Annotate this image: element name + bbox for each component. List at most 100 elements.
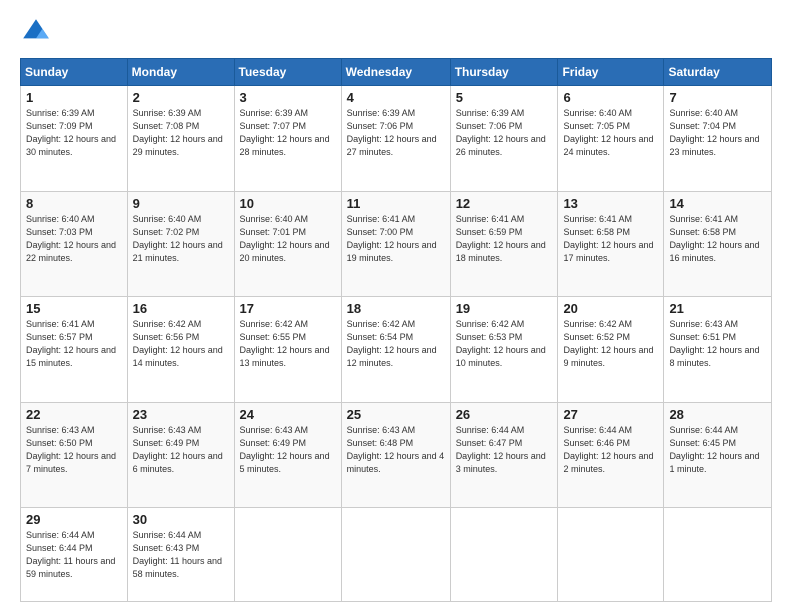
calendar-cell bbox=[558, 508, 664, 602]
day-number: 23 bbox=[133, 407, 229, 422]
calendar-cell: 28 Sunrise: 6:44 AM Sunset: 6:45 PM Dayl… bbox=[664, 402, 772, 508]
day-info: Sunrise: 6:42 AM Sunset: 6:55 PM Dayligh… bbox=[240, 318, 336, 370]
calendar-day-header: Sunday bbox=[21, 59, 128, 86]
day-info: Sunrise: 6:41 AM Sunset: 6:58 PM Dayligh… bbox=[669, 213, 766, 265]
day-number: 22 bbox=[26, 407, 122, 422]
logo bbox=[20, 16, 58, 48]
day-info: Sunrise: 6:40 AM Sunset: 7:02 PM Dayligh… bbox=[133, 213, 229, 265]
calendar-cell: 14 Sunrise: 6:41 AM Sunset: 6:58 PM Dayl… bbox=[664, 191, 772, 297]
calendar-header-row: SundayMondayTuesdayWednesdayThursdayFrid… bbox=[21, 59, 772, 86]
calendar-cell bbox=[341, 508, 450, 602]
day-info: Sunrise: 6:43 AM Sunset: 6:49 PM Dayligh… bbox=[133, 424, 229, 476]
calendar-cell: 27 Sunrise: 6:44 AM Sunset: 6:46 PM Dayl… bbox=[558, 402, 664, 508]
day-info: Sunrise: 6:41 AM Sunset: 6:59 PM Dayligh… bbox=[456, 213, 553, 265]
day-info: Sunrise: 6:43 AM Sunset: 6:51 PM Dayligh… bbox=[669, 318, 766, 370]
calendar-cell bbox=[450, 508, 558, 602]
calendar-cell: 8 Sunrise: 6:40 AM Sunset: 7:03 PM Dayli… bbox=[21, 191, 128, 297]
day-info: Sunrise: 6:39 AM Sunset: 7:07 PM Dayligh… bbox=[240, 107, 336, 159]
day-number: 9 bbox=[133, 196, 229, 211]
day-number: 5 bbox=[456, 90, 553, 105]
day-info: Sunrise: 6:40 AM Sunset: 7:05 PM Dayligh… bbox=[563, 107, 658, 159]
page: SundayMondayTuesdayWednesdayThursdayFrid… bbox=[0, 0, 792, 612]
day-number: 10 bbox=[240, 196, 336, 211]
day-number: 14 bbox=[669, 196, 766, 211]
day-info: Sunrise: 6:39 AM Sunset: 7:09 PM Dayligh… bbox=[26, 107, 122, 159]
day-number: 20 bbox=[563, 301, 658, 316]
day-number: 3 bbox=[240, 90, 336, 105]
day-info: Sunrise: 6:44 AM Sunset: 6:45 PM Dayligh… bbox=[669, 424, 766, 476]
calendar-cell: 6 Sunrise: 6:40 AM Sunset: 7:05 PM Dayli… bbox=[558, 86, 664, 192]
day-number: 6 bbox=[563, 90, 658, 105]
calendar-cell: 13 Sunrise: 6:41 AM Sunset: 6:58 PM Dayl… bbox=[558, 191, 664, 297]
day-number: 27 bbox=[563, 407, 658, 422]
day-info: Sunrise: 6:39 AM Sunset: 7:06 PM Dayligh… bbox=[456, 107, 553, 159]
calendar-cell: 20 Sunrise: 6:42 AM Sunset: 6:52 PM Dayl… bbox=[558, 297, 664, 403]
calendar-cell: 23 Sunrise: 6:43 AM Sunset: 6:49 PM Dayl… bbox=[127, 402, 234, 508]
day-info: Sunrise: 6:42 AM Sunset: 6:54 PM Dayligh… bbox=[347, 318, 445, 370]
day-number: 8 bbox=[26, 196, 122, 211]
day-number: 25 bbox=[347, 407, 445, 422]
calendar-day-header: Thursday bbox=[450, 59, 558, 86]
calendar-cell: 29 Sunrise: 6:44 AM Sunset: 6:44 PM Dayl… bbox=[21, 508, 128, 602]
calendar-cell: 18 Sunrise: 6:42 AM Sunset: 6:54 PM Dayl… bbox=[341, 297, 450, 403]
calendar-cell: 19 Sunrise: 6:42 AM Sunset: 6:53 PM Dayl… bbox=[450, 297, 558, 403]
day-number: 17 bbox=[240, 301, 336, 316]
day-info: Sunrise: 6:40 AM Sunset: 7:04 PM Dayligh… bbox=[669, 107, 766, 159]
day-info: Sunrise: 6:42 AM Sunset: 6:53 PM Dayligh… bbox=[456, 318, 553, 370]
calendar-cell: 17 Sunrise: 6:42 AM Sunset: 6:55 PM Dayl… bbox=[234, 297, 341, 403]
day-info: Sunrise: 6:41 AM Sunset: 6:57 PM Dayligh… bbox=[26, 318, 122, 370]
day-number: 11 bbox=[347, 196, 445, 211]
day-info: Sunrise: 6:41 AM Sunset: 6:58 PM Dayligh… bbox=[563, 213, 658, 265]
calendar-cell: 5 Sunrise: 6:39 AM Sunset: 7:06 PM Dayli… bbox=[450, 86, 558, 192]
calendar-cell: 22 Sunrise: 6:43 AM Sunset: 6:50 PM Dayl… bbox=[21, 402, 128, 508]
day-number: 19 bbox=[456, 301, 553, 316]
calendar-cell: 2 Sunrise: 6:39 AM Sunset: 7:08 PM Dayli… bbox=[127, 86, 234, 192]
calendar-cell: 12 Sunrise: 6:41 AM Sunset: 6:59 PM Dayl… bbox=[450, 191, 558, 297]
day-number: 15 bbox=[26, 301, 122, 316]
day-info: Sunrise: 6:42 AM Sunset: 6:52 PM Dayligh… bbox=[563, 318, 658, 370]
calendar-cell: 26 Sunrise: 6:44 AM Sunset: 6:47 PM Dayl… bbox=[450, 402, 558, 508]
logo-icon bbox=[20, 16, 52, 48]
day-number: 29 bbox=[26, 512, 122, 527]
calendar-cell: 24 Sunrise: 6:43 AM Sunset: 6:49 PM Dayl… bbox=[234, 402, 341, 508]
calendar-week-row: 15 Sunrise: 6:41 AM Sunset: 6:57 PM Dayl… bbox=[21, 297, 772, 403]
day-number: 24 bbox=[240, 407, 336, 422]
day-info: Sunrise: 6:44 AM Sunset: 6:47 PM Dayligh… bbox=[456, 424, 553, 476]
calendar-cell: 25 Sunrise: 6:43 AM Sunset: 6:48 PM Dayl… bbox=[341, 402, 450, 508]
calendar-cell: 21 Sunrise: 6:43 AM Sunset: 6:51 PM Dayl… bbox=[664, 297, 772, 403]
day-info: Sunrise: 6:44 AM Sunset: 6:43 PM Dayligh… bbox=[133, 529, 229, 581]
day-info: Sunrise: 6:41 AM Sunset: 7:00 PM Dayligh… bbox=[347, 213, 445, 265]
day-info: Sunrise: 6:39 AM Sunset: 7:06 PM Dayligh… bbox=[347, 107, 445, 159]
calendar-day-header: Tuesday bbox=[234, 59, 341, 86]
calendar-cell: 4 Sunrise: 6:39 AM Sunset: 7:06 PM Dayli… bbox=[341, 86, 450, 192]
day-number: 2 bbox=[133, 90, 229, 105]
calendar-day-header: Saturday bbox=[664, 59, 772, 86]
day-number: 4 bbox=[347, 90, 445, 105]
calendar-week-row: 8 Sunrise: 6:40 AM Sunset: 7:03 PM Dayli… bbox=[21, 191, 772, 297]
calendar-cell: 10 Sunrise: 6:40 AM Sunset: 7:01 PM Dayl… bbox=[234, 191, 341, 297]
day-number: 7 bbox=[669, 90, 766, 105]
day-info: Sunrise: 6:39 AM Sunset: 7:08 PM Dayligh… bbox=[133, 107, 229, 159]
day-number: 13 bbox=[563, 196, 658, 211]
day-info: Sunrise: 6:40 AM Sunset: 7:01 PM Dayligh… bbox=[240, 213, 336, 265]
day-number: 1 bbox=[26, 90, 122, 105]
day-number: 18 bbox=[347, 301, 445, 316]
calendar-week-row: 22 Sunrise: 6:43 AM Sunset: 6:50 PM Dayl… bbox=[21, 402, 772, 508]
calendar-cell: 15 Sunrise: 6:41 AM Sunset: 6:57 PM Dayl… bbox=[21, 297, 128, 403]
day-info: Sunrise: 6:43 AM Sunset: 6:48 PM Dayligh… bbox=[347, 424, 445, 476]
day-info: Sunrise: 6:44 AM Sunset: 6:46 PM Dayligh… bbox=[563, 424, 658, 476]
day-number: 28 bbox=[669, 407, 766, 422]
calendar-cell: 1 Sunrise: 6:39 AM Sunset: 7:09 PM Dayli… bbox=[21, 86, 128, 192]
day-number: 12 bbox=[456, 196, 553, 211]
calendar-cell bbox=[664, 508, 772, 602]
calendar-table: SundayMondayTuesdayWednesdayThursdayFrid… bbox=[20, 58, 772, 602]
calendar-cell: 9 Sunrise: 6:40 AM Sunset: 7:02 PM Dayli… bbox=[127, 191, 234, 297]
day-number: 30 bbox=[133, 512, 229, 527]
day-info: Sunrise: 6:43 AM Sunset: 6:49 PM Dayligh… bbox=[240, 424, 336, 476]
header bbox=[20, 16, 772, 48]
calendar-week-row: 1 Sunrise: 6:39 AM Sunset: 7:09 PM Dayli… bbox=[21, 86, 772, 192]
calendar-week-row: 29 Sunrise: 6:44 AM Sunset: 6:44 PM Dayl… bbox=[21, 508, 772, 602]
calendar-cell bbox=[234, 508, 341, 602]
day-info: Sunrise: 6:42 AM Sunset: 6:56 PM Dayligh… bbox=[133, 318, 229, 370]
day-info: Sunrise: 6:40 AM Sunset: 7:03 PM Dayligh… bbox=[26, 213, 122, 265]
